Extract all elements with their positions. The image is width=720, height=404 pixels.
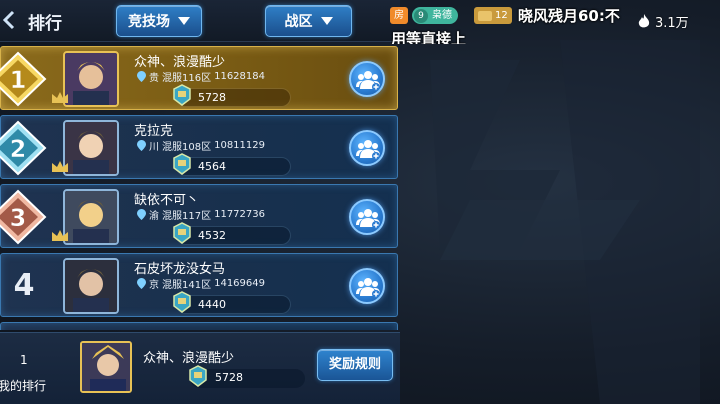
ranking-row[interactable]: 1 众神、浪漫酷少 贵 混服116区 11628184 5728 [0,46,398,110]
chat-message: 晓风残月60:不 [518,7,620,25]
back-arrow-icon[interactable] [2,10,16,30]
score-bar [176,157,291,176]
rank-badge-icon: 2 [0,120,47,176]
ranking-row[interactable]: 4 石皮坏龙没女马 京 混服141区 14169649 4440 [0,253,398,317]
rank-number: 2 [10,135,27,163]
room-tag: 房 [390,7,408,24]
player-name: 众神、浪漫酷少 [134,55,226,70]
add-friend-icon [356,278,380,298]
score-bar [176,295,291,314]
zone-dropdown[interactable]: 战区 [265,5,352,37]
player-avatar[interactable] [63,258,119,314]
chevron-down-icon [320,17,333,25]
add-friend-button[interactable] [349,61,385,97]
fan-name: 枭德 [432,10,452,21]
mode-dropdown[interactable]: 竞技场 [116,5,202,37]
trophy-icon [173,222,191,244]
add-friend-icon [356,140,380,160]
fan-badge: 9 枭德 [412,7,458,24]
crown-icon [52,161,68,172]
player-score: 4440 [198,298,226,311]
score-bar [176,88,291,107]
ranking-row-partial [0,322,398,330]
rank-number: 3 [10,204,27,232]
rank-badge-icon: 3 [0,189,47,245]
location-pin-icon [137,278,146,289]
player-server-info: 川 混服108区 10811129 [137,138,265,153]
chat-message-cont: 用等直接上 [391,30,467,44]
my-rank-bar: 1 我的排行 众神、浪漫酷少 5728 奖励规则 [0,332,400,404]
rank-badge-icon: 1 [0,51,47,107]
player-avatar[interactable] [63,51,119,107]
player-server: 混服116区 [162,73,212,84]
my-score: 5728 [215,371,243,384]
player-score: 4564 [198,160,226,173]
ranking-row[interactable]: 2 克拉克 川 混服108区 10811129 4564 [0,115,398,179]
location-pin-icon [137,71,146,82]
trophy-icon [173,84,191,106]
heat-indicator: 3.1万 [638,12,689,31]
player-score: 4532 [198,229,226,242]
player-server-info: 贵 混服116区 11628184 [137,69,265,84]
mode-dropdown-label: 竞技场 [128,14,170,30]
my-avatar [80,341,132,393]
crown-icon [52,230,68,241]
trophy-icon [189,365,207,387]
player-avatar[interactable] [63,120,119,176]
player-server-info: 渝 混服117区 11772736 [137,207,265,222]
score-bar [176,226,291,245]
zone-dropdown-label: 战区 [284,14,313,30]
user-level-badge: 12 [474,7,512,24]
ranking-row[interactable]: 3 缺依不可丶 渝 混服117区 11772736 4532 [0,184,398,248]
player-region: 京 [149,280,159,291]
player-server: 混服108区 [162,142,212,153]
player-uid: 10811129 [214,140,265,151]
player-region: 川 [149,142,159,153]
player-uid: 11772736 [214,209,265,220]
player-uid: 14169649 [214,278,265,289]
stream-overlay: 房 9 枭德 12 晓风残月60:不 用等直接上 3.1万 [388,4,720,44]
location-pin-icon [137,209,146,220]
player-server: 混服117区 [162,211,212,222]
add-friend-icon [356,209,380,229]
trophy-icon [173,153,191,175]
flame-icon [638,14,650,28]
player-avatar[interactable] [63,189,119,245]
player-region: 渝 [149,211,159,222]
player-server: 混服141区 [162,280,212,291]
heat-value: 3.1万 [655,16,689,31]
top-bar: 排行 竞技场 战区 [0,0,400,42]
player-score: 5728 [198,91,226,104]
add-friend-icon [356,71,380,91]
page-title: 排行 [28,14,62,34]
player-uid: 11628184 [214,71,265,82]
player-region: 贵 [149,73,159,84]
rank-number: 1 [10,66,27,94]
location-pin-icon [137,140,146,151]
fan-level: 9 [414,8,428,23]
level-icon [478,10,492,21]
ranking-list[interactable]: 1 众神、浪漫酷少 贵 混服116区 11628184 5728 2 克拉克 川… [0,46,400,330]
player-name: 克拉克 [134,124,174,139]
user-level: 12 [495,10,508,21]
reward-rules-button[interactable]: 奖励规则 [317,349,393,381]
crown-icon [52,92,68,103]
trophy-icon [173,291,191,313]
rank-number: 4 [13,268,35,303]
chevron-down-icon [178,17,190,25]
player-name: 石皮坏龙没女马 [134,262,226,277]
add-friend-button[interactable] [349,268,385,304]
player-name: 缺依不可丶 [134,193,200,208]
add-friend-button[interactable] [349,130,385,166]
my-rank-number: 1 [20,353,28,367]
my-rank-label: 我的排行 [0,379,47,393]
add-friend-button[interactable] [349,199,385,235]
player-server-info: 京 混服141区 14169649 [137,276,265,291]
